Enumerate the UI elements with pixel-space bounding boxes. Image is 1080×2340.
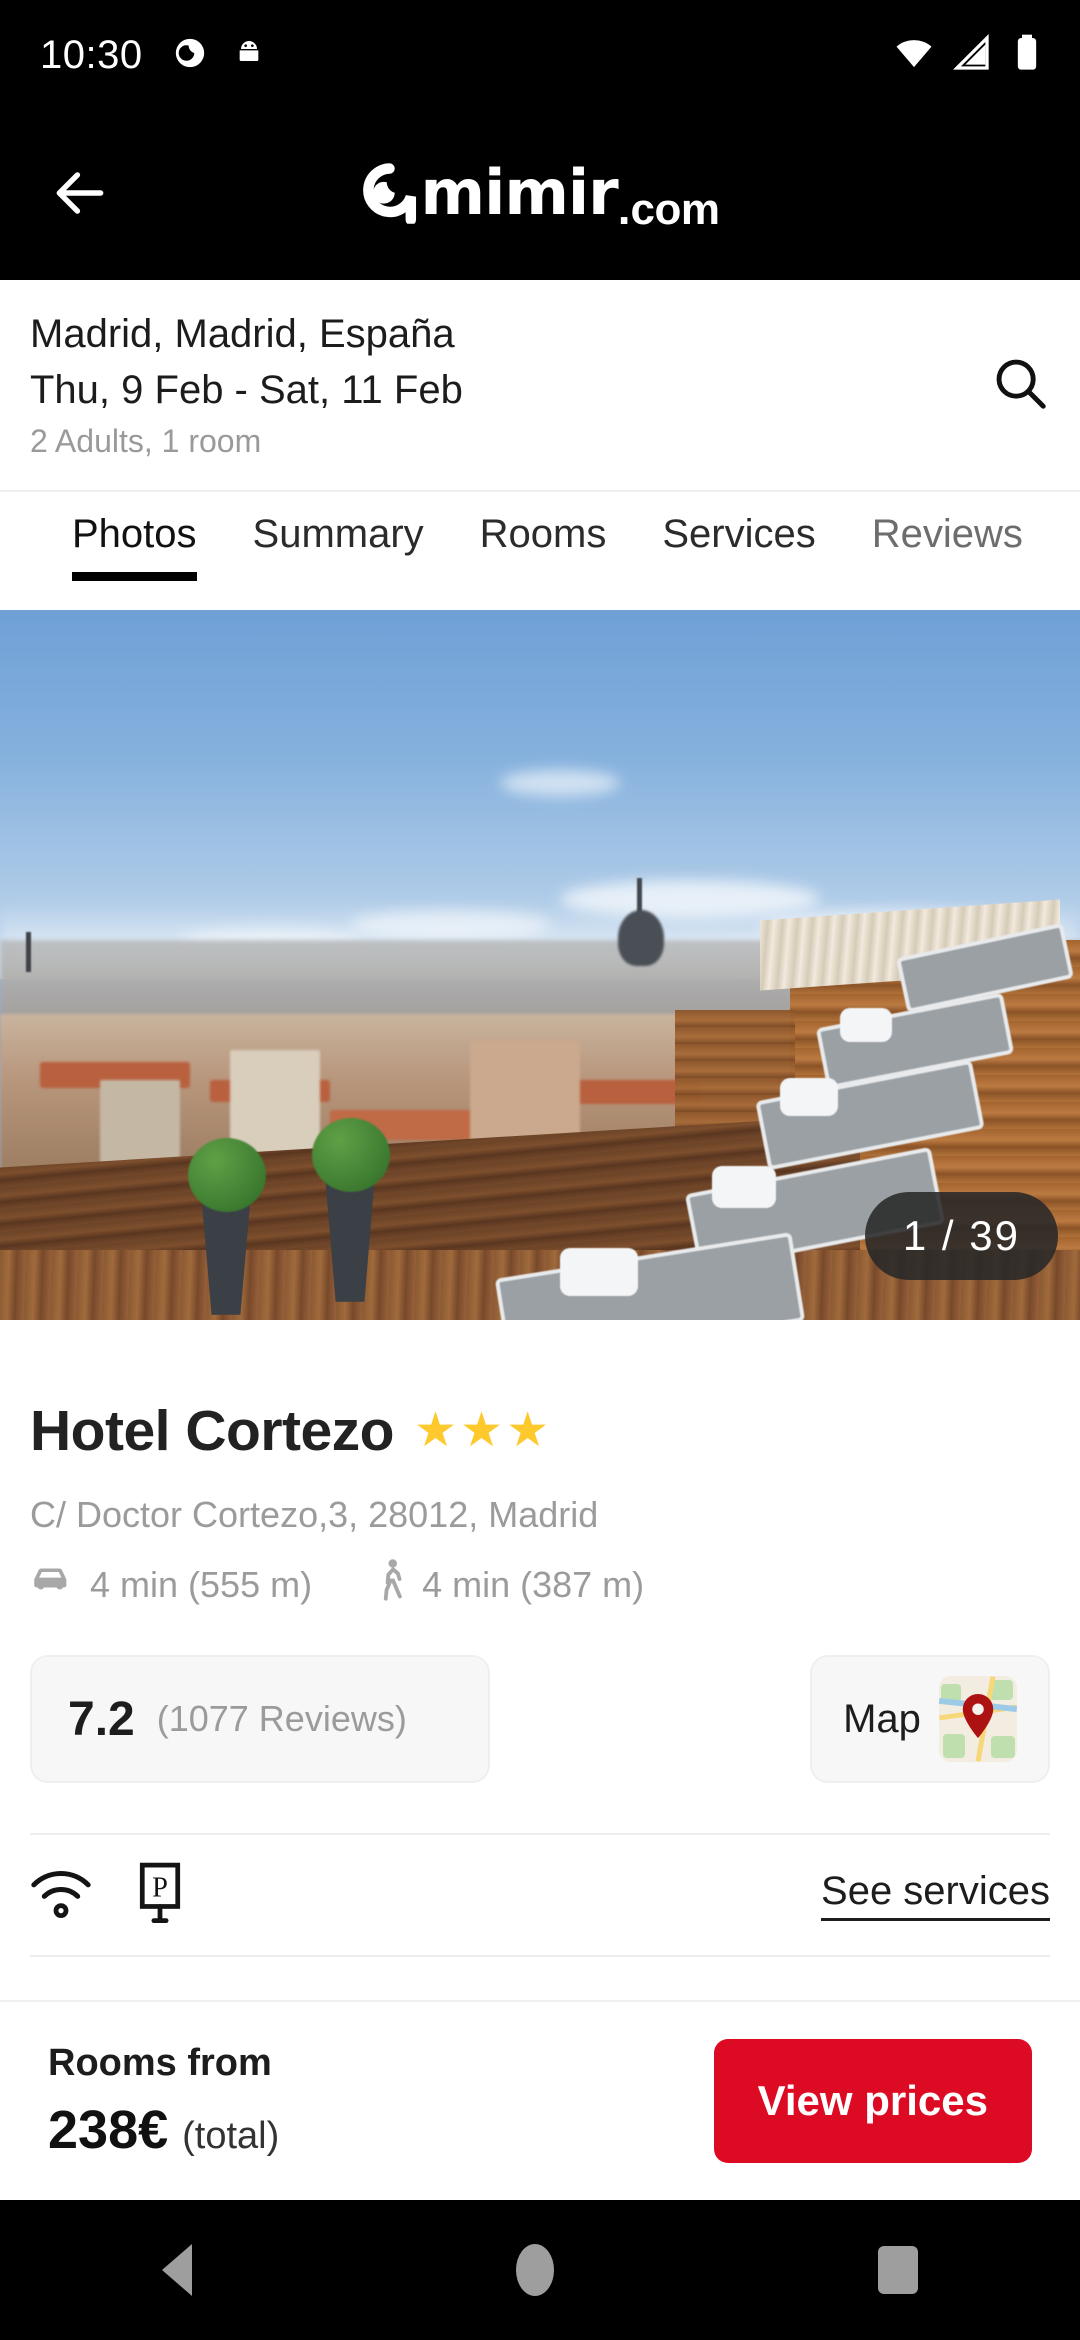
- photo-towel: [780, 1078, 838, 1116]
- photo-towel: [840, 1008, 892, 1042]
- android-head-icon: [233, 37, 265, 74]
- photo-cloud: [500, 770, 620, 796]
- price-amount: 238€: [48, 2099, 169, 2160]
- parking-icon: P: [134, 1862, 186, 1929]
- back-button[interactable]: [45, 160, 115, 230]
- nav-recents-icon[interactable]: [878, 2246, 918, 2294]
- back-arrow-icon: [49, 162, 111, 229]
- photo-towel: [560, 1248, 638, 1296]
- distance-by-car-text: 4 min (555 m): [90, 1563, 313, 1605]
- services-row: P See services: [30, 1835, 1050, 1955]
- tab-services[interactable]: Services: [662, 494, 815, 557]
- hotel-name: Hotel Cortezo: [30, 1399, 395, 1463]
- service-amenity-icons: P: [30, 1862, 186, 1929]
- map-button-label: Map: [843, 1696, 921, 1741]
- status-bar-system-icons: [894, 33, 1044, 78]
- cellular-signal-icon: [952, 33, 992, 78]
- app-logo[interactable]: mimir . com: [360, 155, 720, 235]
- walk-icon: [378, 1558, 406, 1611]
- photo-topiary: [312, 1118, 390, 1192]
- status-bar: 10:30: [0, 0, 1080, 110]
- search-summary-text: Madrid, Madrid, España Thu, 9 Feb - Sat,…: [30, 306, 960, 464]
- photo-church-spire: [26, 932, 31, 972]
- rooms-from-label: Rooms from: [48, 2041, 272, 2084]
- logo-brand-rest: mimir: [420, 155, 618, 229]
- star-icon: ★: [460, 1404, 504, 1457]
- car-icon: [30, 1563, 74, 1606]
- svg-text:P: P: [152, 1872, 168, 1903]
- photo-church-dome: [618, 910, 664, 966]
- wifi-icon: [894, 33, 934, 78]
- photo-counter-badge: 1 / 39: [864, 1192, 1058, 1280]
- android-nav-bar: [0, 2200, 1080, 2340]
- status-bar-clock: 10:30: [40, 32, 143, 77]
- price-block: Rooms from 238€ (total): [48, 2042, 279, 2161]
- rating-review-count: (1077 Reviews): [156, 1698, 407, 1739]
- star-icon: ★: [506, 1404, 550, 1457]
- logo-dot: .: [617, 181, 631, 234]
- view-prices-button[interactable]: View prices: [713, 2039, 1032, 2163]
- map-thumbnail-icon: [938, 1676, 1017, 1762]
- logo-tld: com: [630, 184, 720, 234]
- detail-tabs: Photos Summary Rooms Services Reviews: [0, 494, 1080, 610]
- tab-summary[interactable]: Summary: [253, 494, 424, 557]
- logo-a-moon-icon: [360, 161, 420, 225]
- tab-rooms[interactable]: Rooms: [480, 494, 607, 557]
- rating-score: 7.2: [68, 1692, 135, 1746]
- distance-walking-text: 4 min (387 m): [422, 1563, 645, 1605]
- hotel-address: C/ Doctor Cortezo,3, 28012, Madrid: [30, 1494, 599, 1535]
- map-button[interactable]: Map: [810, 1655, 1050, 1783]
- status-bar-notification-icons: [173, 36, 265, 75]
- search-occupancy: 2 Adults, 1 room: [30, 423, 262, 459]
- distance-walking: 4 min (387 m): [378, 1558, 644, 1611]
- price-line: 238€ (total): [48, 2099, 279, 2161]
- search-summary-bar[interactable]: Madrid, Madrid, España Thu, 9 Feb - Sat,…: [0, 280, 1080, 492]
- search-dates: Thu, 9 Feb - Sat, 11 Feb: [30, 368, 463, 412]
- search-destination: Madrid, Madrid, España: [30, 312, 455, 356]
- section-divider: [30, 1955, 1050, 1957]
- photo-towel: [712, 1166, 776, 1208]
- wifi-icon: [30, 1866, 92, 1925]
- see-services-link[interactable]: See services: [821, 1869, 1050, 1921]
- tab-reviews[interactable]: Reviews: [872, 494, 1023, 557]
- hotel-title-row: Hotel Cortezo ★ ★ ★: [30, 1398, 1080, 1464]
- hotel-star-rating: ★ ★ ★: [414, 1407, 549, 1455]
- moon-do-not-disturb-icon: [173, 36, 207, 75]
- hotel-photo-gallery[interactable]: 1 / 39: [0, 610, 1080, 1320]
- hotel-distances: 4 min (555 m) 4 min (387 m): [30, 1558, 1080, 1611]
- nav-back-icon[interactable]: [162, 2244, 192, 2296]
- search-button[interactable]: [960, 352, 1080, 419]
- search-icon: [989, 352, 1051, 419]
- distance-by-car: 4 min (555 m): [30, 1563, 312, 1606]
- phone-screen: 10:30 mimir . com Madrid, Madrid, España…: [0, 0, 1080, 2340]
- star-icon: ★: [414, 1404, 458, 1457]
- battery-full-icon: [1010, 33, 1044, 78]
- logo-brand-text: mimir: [360, 155, 619, 229]
- price-qualifier: (total): [182, 2114, 280, 2157]
- rating-button[interactable]: 7.2 (1077 Reviews): [30, 1655, 490, 1783]
- photo-topiary: [188, 1138, 266, 1212]
- price-bar: Rooms from 238€ (total) View prices: [0, 2000, 1080, 2200]
- nav-home-icon[interactable]: [516, 2244, 554, 2296]
- hotel-info-section: Hotel Cortezo ★ ★ ★ C/ Doctor Cortezo,3,…: [0, 1320, 1080, 1957]
- tab-photos[interactable]: Photos: [72, 494, 197, 581]
- rating-and-map-row: 7.2 (1077 Reviews) Map: [30, 1655, 1050, 1783]
- app-bar: mimir . com: [0, 110, 1080, 280]
